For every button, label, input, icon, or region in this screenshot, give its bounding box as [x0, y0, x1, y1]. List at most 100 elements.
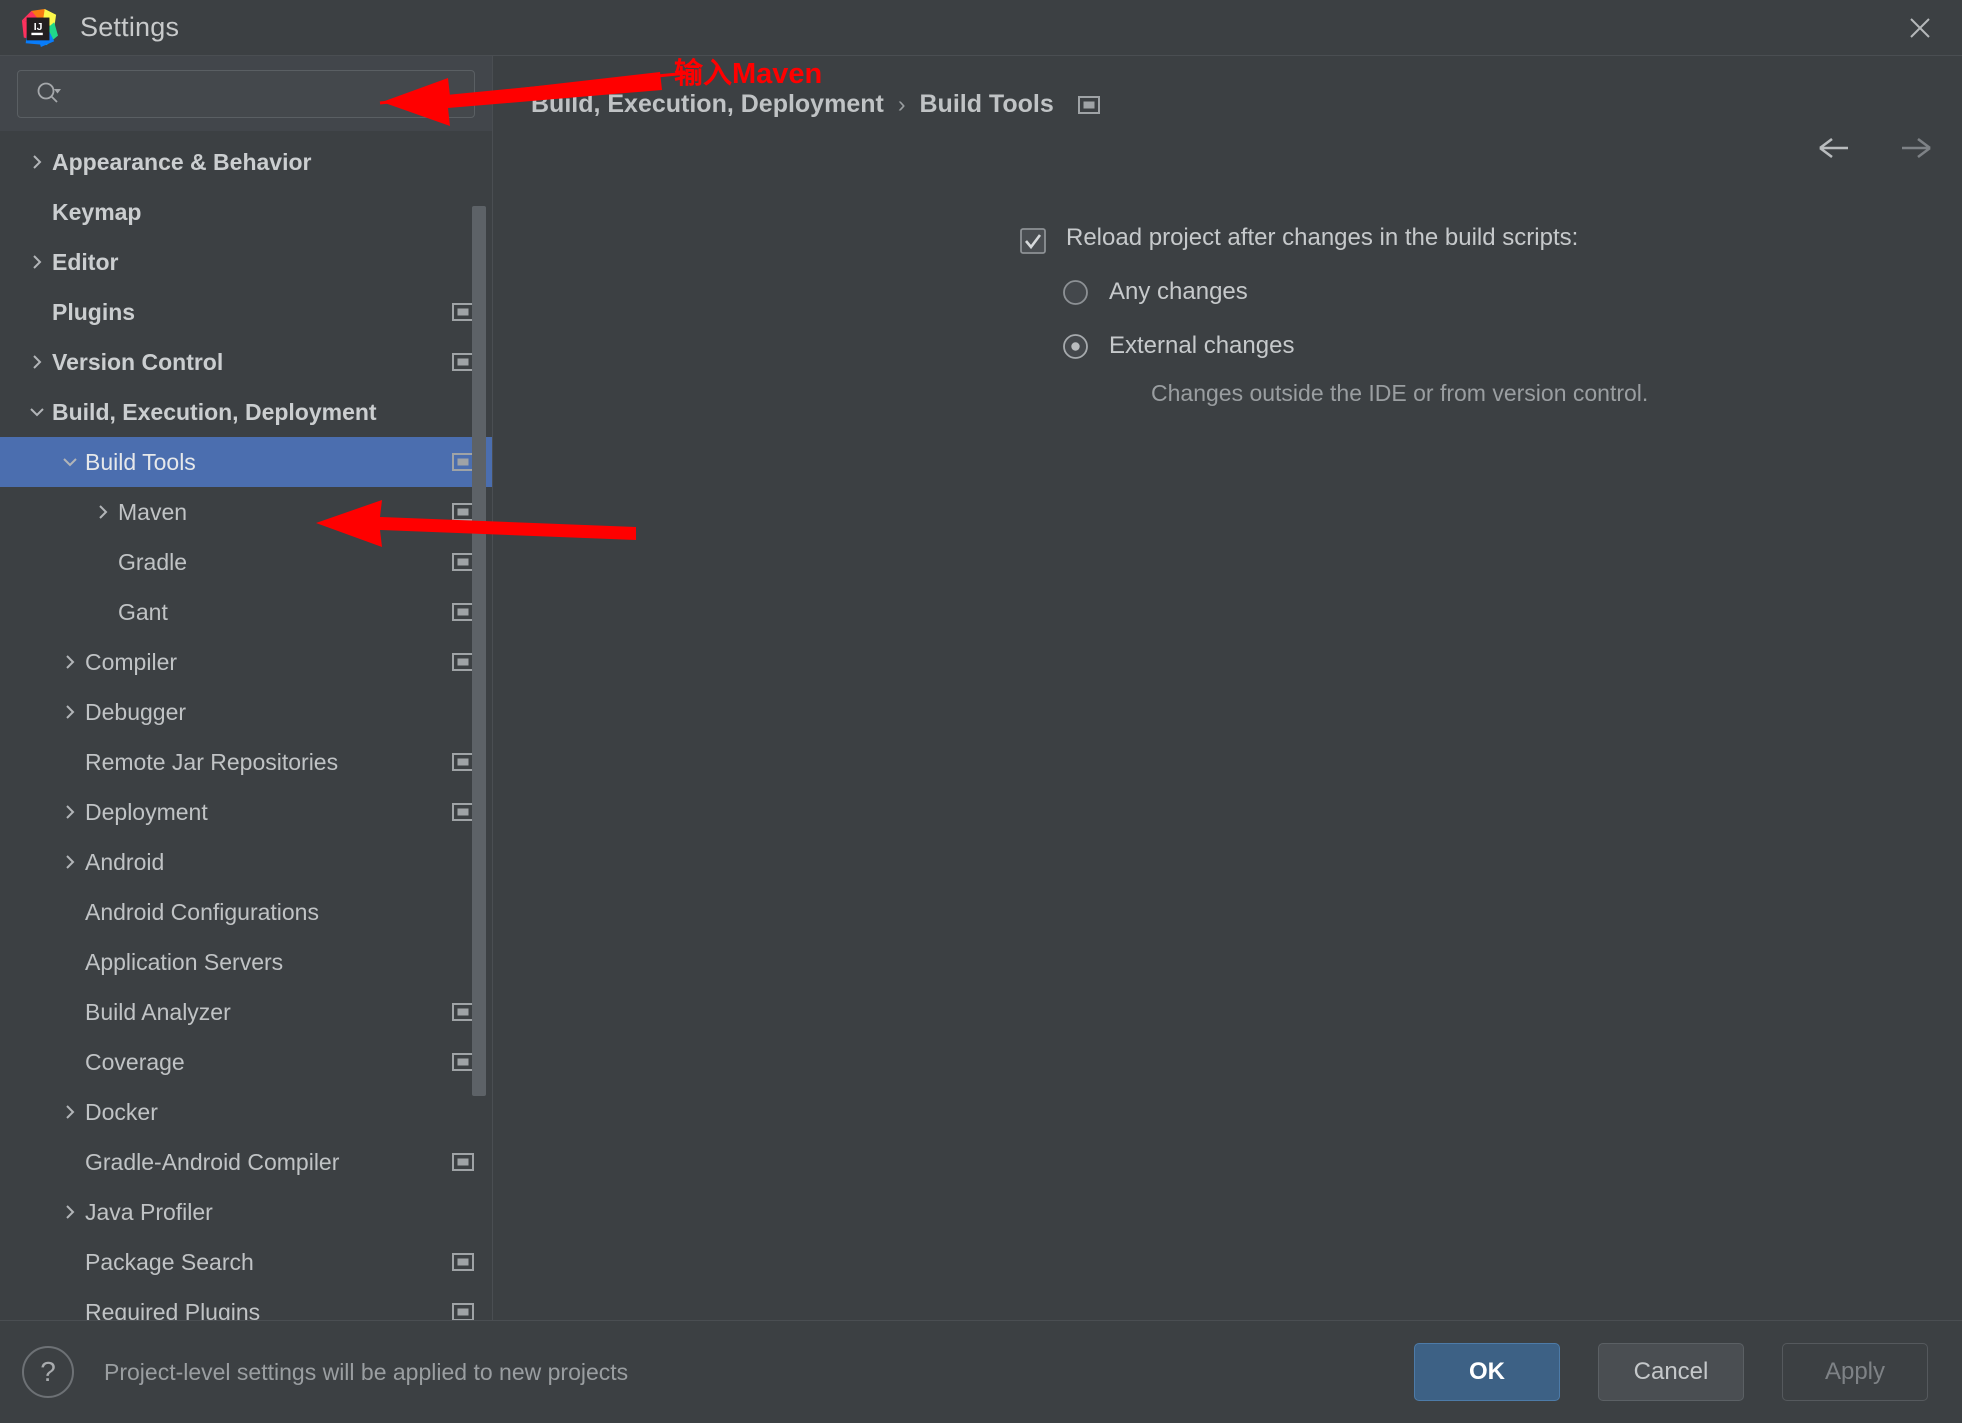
- sidebar-item-label: Editor: [52, 248, 119, 275]
- sidebar-item-version-control[interactable]: Version Control: [0, 337, 492, 387]
- close-icon[interactable]: [1878, 0, 1962, 56]
- settings-dialog: IJ Settings Appearance & Behavior Keymap…: [0, 0, 1962, 1423]
- sidebar-item-build-tools[interactable]: Build Tools: [0, 437, 492, 487]
- sidebar-item-compiler[interactable]: Compiler: [0, 637, 492, 687]
- sidebar-item-maven[interactable]: Maven: [0, 487, 492, 537]
- sidebar-item-label: Version Control: [52, 348, 224, 375]
- chevron-right-icon[interactable]: [22, 347, 52, 377]
- sidebar-item-label: Coverage: [85, 1048, 185, 1075]
- chevron-right-icon[interactable]: [88, 497, 118, 527]
- sidebar-item-label: Android: [85, 848, 165, 875]
- reload-scope-hint: Changes outside the IDE or from version …: [1151, 380, 1649, 406]
- sidebar-item-label: Application Servers: [85, 948, 284, 975]
- sidebar-item-label: Java Profiler: [85, 1198, 213, 1225]
- ok-button[interactable]: OK: [1414, 1343, 1560, 1401]
- project-level-settings-icon: [452, 303, 474, 321]
- sidebar-item-gant[interactable]: Gant: [0, 587, 492, 637]
- apply-button[interactable]: Apply: [1782, 1343, 1928, 1401]
- dialog-body: Appearance & Behavior Keymap Editor Plugins…: [0, 56, 1962, 1320]
- project-level-settings-icon: [452, 453, 474, 471]
- sidebar-item-debugger[interactable]: Debugger: [0, 687, 492, 737]
- sidebar-item-coverage[interactable]: Coverage: [0, 1037, 492, 1087]
- radio-any-changes-row[interactable]: Any changes: [1062, 278, 1962, 306]
- sidebar-item-deployment[interactable]: Deployment: [0, 787, 492, 837]
- search-input[interactable]: [64, 82, 462, 106]
- radio-external-changes-row[interactable]: External changes: [1062, 332, 1962, 360]
- reload-scope-radio-group: Any changes External changes Changes out…: [1062, 278, 1962, 407]
- cancel-button[interactable]: Cancel: [1598, 1343, 1744, 1401]
- sidebar-item-build-analyzer[interactable]: Build Analyzer: [0, 987, 492, 1037]
- project-level-settings-icon: [452, 1303, 474, 1320]
- arrow-right-icon[interactable]: [1896, 134, 1932, 167]
- project-level-settings-icon: [452, 803, 474, 821]
- settings-tree[interactable]: Appearance & Behavior Keymap Editor Plugins…: [0, 131, 492, 1320]
- settings-sidebar: Appearance & Behavior Keymap Editor Plugins…: [0, 56, 493, 1320]
- sidebar-item-required-plugins[interactable]: Required Plugins: [0, 1287, 492, 1320]
- reload-project-checkbox[interactable]: [1020, 228, 1046, 254]
- radio-external-changes[interactable]: [1062, 333, 1089, 360]
- sidebar-item-label: Required Plugins: [85, 1298, 261, 1320]
- sidebar-item-editor[interactable]: Editor: [0, 237, 492, 287]
- chevron-down-icon[interactable]: [55, 447, 85, 477]
- project-level-settings-icon: [452, 603, 474, 621]
- sidebar-item-plugins[interactable]: Plugins: [0, 287, 492, 337]
- sidebar-scrollbar[interactable]: [472, 206, 486, 1096]
- reload-project-checkbox-row[interactable]: Reload project after changes in the buil…: [1020, 224, 1962, 254]
- sidebar-item-android-configurations[interactable]: Android Configurations: [0, 887, 492, 937]
- sidebar-item-label: Gradle-Android Compiler: [85, 1148, 340, 1175]
- breadcrumb: Build, Execution, Deployment › Build Too…: [493, 56, 1962, 119]
- sidebar-item-package-search[interactable]: Package Search: [0, 1237, 492, 1287]
- breadcrumb-parent[interactable]: Build, Execution, Deployment: [531, 90, 884, 119]
- sidebar-item-docker[interactable]: Docker: [0, 1087, 492, 1137]
- sidebar-item-label: Maven: [118, 498, 188, 525]
- sidebar-item-appearance-behavior[interactable]: Appearance & Behavior: [0, 137, 492, 187]
- search-box[interactable]: [17, 70, 475, 118]
- breadcrumb-separator: ›: [897, 91, 906, 117]
- chevron-right-icon[interactable]: [55, 647, 85, 677]
- arrow-left-icon[interactable]: [1818, 134, 1854, 167]
- chevron-right-icon[interactable]: [55, 1097, 85, 1127]
- chevron-right-icon[interactable]: [55, 847, 85, 877]
- sidebar-item-gradle[interactable]: Gradle: [0, 537, 492, 587]
- sidebar-item-gradle-android-compiler[interactable]: Gradle-Android Compiler: [0, 1137, 492, 1187]
- project-level-settings-icon: [452, 753, 474, 771]
- project-level-settings-icon: [452, 1053, 474, 1071]
- sidebar-item-label: Gant: [118, 598, 168, 625]
- radio-any-changes[interactable]: [1062, 279, 1089, 306]
- sidebar-item-label: Remote Jar Repositories: [85, 748, 339, 775]
- sidebar-item-application-servers[interactable]: Application Servers: [0, 937, 492, 987]
- chevron-down-icon[interactable]: [22, 397, 52, 427]
- title-bar: IJ Settings: [0, 0, 1962, 56]
- chevron-right-icon[interactable]: [22, 147, 52, 177]
- project-level-settings-icon: [452, 503, 474, 521]
- svg-text:IJ: IJ: [34, 21, 43, 32]
- sidebar-item-remote-jar-repositories[interactable]: Remote Jar Repositories: [0, 737, 492, 787]
- sidebar-item-java-profiler[interactable]: Java Profiler: [0, 1187, 492, 1237]
- chevron-right-icon[interactable]: [55, 1197, 85, 1227]
- question-mark-icon[interactable]: ?: [22, 1346, 74, 1398]
- reload-project-label: Reload project after changes in the buil…: [1066, 224, 1579, 251]
- project-level-settings-icon: [1077, 95, 1100, 114]
- settings-main-panel: Build, Execution, Deployment › Build Too…: [493, 56, 1962, 1320]
- window-title: Settings: [80, 12, 180, 42]
- project-level-settings-icon: [452, 1253, 474, 1271]
- chevron-right-icon[interactable]: [22, 247, 52, 277]
- sidebar-item-android[interactable]: Android: [0, 837, 492, 887]
- sidebar-item-keymap[interactable]: Keymap: [0, 187, 492, 237]
- chevron-right-icon[interactable]: [55, 697, 85, 727]
- sidebar-item-build-execution-deployment[interactable]: Build, Execution, Deployment: [0, 387, 492, 437]
- project-level-settings-icon: [452, 1003, 474, 1021]
- chevron-right-icon[interactable]: [55, 797, 85, 827]
- search-area: [0, 56, 492, 131]
